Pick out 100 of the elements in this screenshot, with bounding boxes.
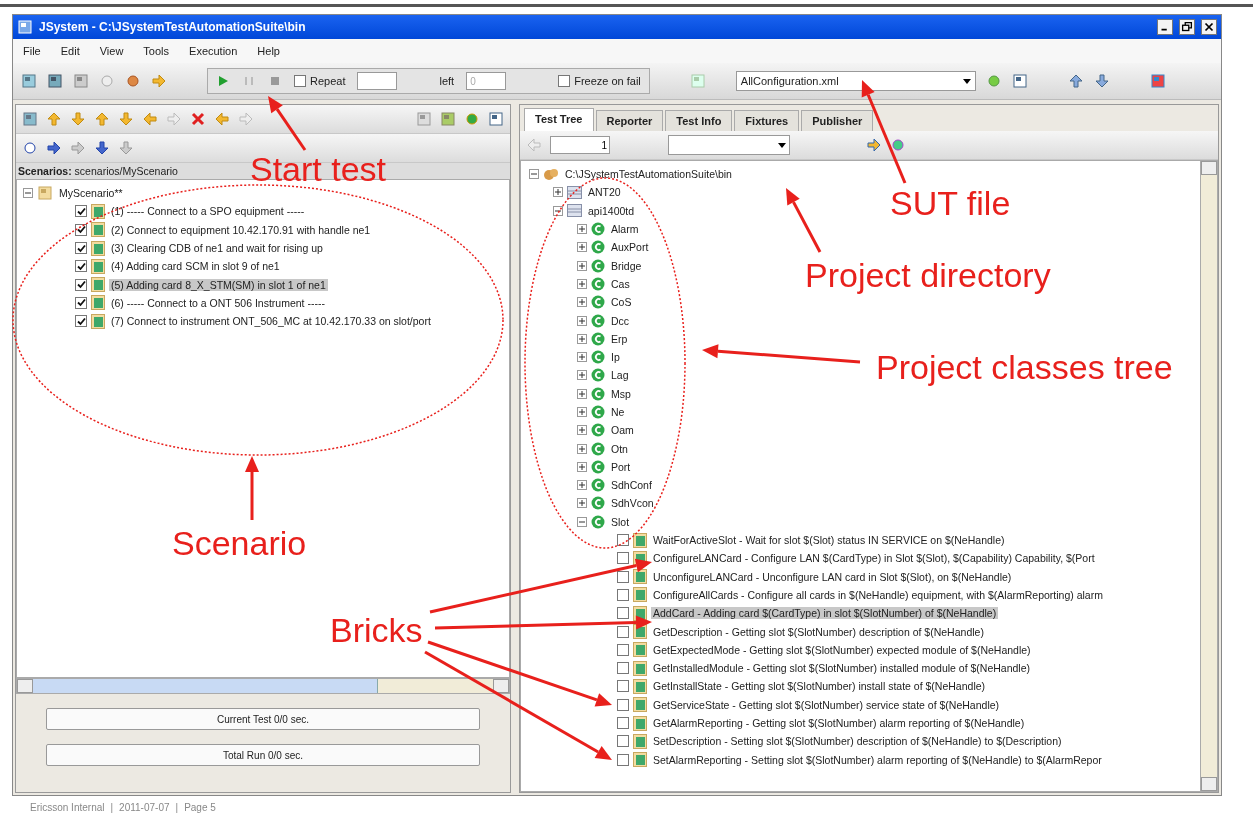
menu-item[interactable]: File [23,45,41,57]
tree-item[interactable]: Msp [609,387,633,400]
checkbox[interactable] [617,698,629,711]
expand-icon[interactable] [577,480,587,491]
scrollbar[interactable] [1200,161,1217,791]
brick-item[interactable]: GetDescription - Getting slot $(SlotNumber) description of $(NeHandle) [651,625,986,638]
tree-item[interactable]: Lag [609,369,631,382]
scenario-step[interactable]: (3) Clearing CDB of ne1 and wait for rising up [109,242,325,255]
expand-icon[interactable] [577,333,587,344]
collapse-icon[interactable] [23,188,33,199]
checkbox[interactable] [75,205,87,218]
checkbox[interactable] [75,278,87,291]
menu-item[interactable]: Help [257,45,280,57]
tree-item[interactable]: Erp [609,332,630,345]
scrollbar-thumb[interactable] [33,679,379,693]
tree-item[interactable]: MyScenario** [57,187,125,200]
tree-item[interactable]: api1400td [586,204,637,217]
checkbox[interactable] [617,753,629,766]
scroll-left-icon[interactable] [17,679,33,693]
tree-item[interactable]: Cas [609,277,632,290]
menu-item[interactable]: Execution [189,45,238,57]
brick-item[interactable]: ConfigureLANCard - Configure LAN $(CardType) in Slot $(Slot), $(Capability) Capability, $(Port [651,552,1097,565]
tab[interactable]: Test Info [665,110,733,131]
close-icon[interactable] [1201,19,1217,35]
checkbox[interactable] [617,662,629,675]
expand-icon[interactable] [577,370,587,381]
checkbox[interactable] [294,75,306,87]
tree-item[interactable]: Port [609,460,633,473]
checkbox[interactable] [617,588,629,601]
tree-item[interactable]: SdhConf [609,479,654,492]
page-spinner[interactable]: 1 [550,136,610,154]
brick-item[interactable]: GetInstallState - Getting slot $(SlotNumber) install state of $(NeHandle) [651,680,988,693]
expand-icon[interactable] [577,278,587,289]
collapse-icon[interactable] [553,205,563,216]
sut-dropdown[interactable]: AllConfiguration.xml [735,71,976,91]
checkbox[interactable] [617,625,629,638]
checkbox[interactable] [617,735,629,748]
arrow-left-icon[interactable] [142,111,158,127]
scenario-step[interactable]: (1) ----- Connect to a SPO equipment ----- [109,205,307,218]
scenario-step[interactable]: (2) Connect to equipment 10.42.170.91 with handle ne1 [109,223,373,236]
arrow-down-icon[interactable] [118,111,134,127]
checkbox[interactable] [75,242,87,255]
tree-item[interactable]: Ne [609,406,627,418]
checkbox[interactable] [617,607,629,620]
tree-item[interactable]: CoS [609,296,634,309]
tree-item[interactable]: AuxPort [609,241,651,254]
checkbox[interactable] [617,717,629,730]
checkbox[interactable] [558,75,571,87]
menu-item[interactable]: View [99,45,124,57]
scenario-step[interactable]: (4) Adding card SCM in slot 9 of ne1 [109,260,282,273]
left-count-field[interactable]: 0 [466,72,507,90]
brick-item[interactable]: GetServiceState - Getting slot $(SlotNumber) service state of $(NeHandle) [651,698,1002,711]
checkbox[interactable] [75,260,87,273]
caret-icon[interactable] [962,78,971,84]
expand-icon[interactable] [553,187,563,198]
tree-item[interactable]: Oam [609,424,636,437]
brick-item[interactable]: SetAlarmReporting - Setting slot $(SlotNumber) alarm reporting of $(NeHandle) to $(AlarmRepor [651,753,1104,766]
tab[interactable]: Fixtures [734,110,800,131]
collapse-icon[interactable] [529,169,539,180]
scenario-step[interactable]: (6) ----- Connect to a ONT 506 Instrument ----- [109,296,327,309]
repeat-count-field[interactable] [357,72,398,90]
tab[interactable]: Test Tree [524,108,594,131]
expand-icon[interactable] [577,260,587,271]
tree-item[interactable]: Alarm [609,223,641,236]
play-icon[interactable] [216,74,230,88]
arrow-left-icon[interactable] [214,111,230,127]
arrow-up-icon[interactable] [94,111,110,127]
tab[interactable]: Publisher [801,110,874,131]
expand-icon[interactable] [577,388,587,399]
expand-icon[interactable] [577,498,587,509]
tree-item[interactable]: SdhVcon [609,497,656,510]
expand-icon[interactable] [577,352,587,363]
tab[interactable]: Reporter [595,110,664,131]
expand-icon[interactable] [577,443,587,454]
tree-item[interactable]: C:\JSystemTestAutomationSuite\bin [563,168,734,181]
expand-icon[interactable] [577,425,587,436]
brick-item[interactable]: UnconfigureLANCard - Unconfigure LAN card in Slot $(Slot), on $(NeHandle) [651,570,1014,583]
expand-icon[interactable] [577,407,587,417]
tree-item[interactable]: Ip [609,351,622,364]
arrow-up-icon[interactable] [46,111,62,127]
minimize-icon[interactable] [1157,19,1173,35]
tree-item[interactable]: ANT20 [586,186,623,199]
checkbox[interactable] [617,680,629,693]
brick-item[interactable]: SetDescription - Setting slot $(SlotNumber) description of $(NeHandle) to $(Description) [651,735,1064,748]
scenario-icon[interactable] [37,185,53,202]
checkbox[interactable] [75,315,87,328]
checkbox[interactable] [617,643,629,656]
brick-item[interactable]: GetAlarmReporting - Getting slot $(SlotNumber) alarm reporting of $(NeHandle) [651,717,1027,730]
delete-icon[interactable] [190,111,206,127]
arrow-down-icon[interactable] [70,111,86,127]
restore-icon[interactable] [1179,19,1195,35]
brick-item[interactable]: WaitForActiveSlot - Wait for slot $(Slot) status IN SERVICE on $(NeHandle) [651,534,1007,547]
scenario-step[interactable]: (7) Connect to instrument ONT_506_MC at 10.42.170.33 on slot/port [109,315,433,328]
tree-item[interactable]: Bridge [609,259,644,272]
menu-item[interactable]: Edit [60,45,80,57]
expand-icon[interactable] [577,297,587,308]
brick-item[interactable]: ConfigureAllCards - Configure all cards in $(NeHandle) equipment, with $(AlarmReporting) alarm [651,588,1105,601]
checkbox[interactable] [617,570,629,583]
checkbox[interactable] [75,296,87,309]
tree-item[interactable]: Dcc [609,314,632,327]
